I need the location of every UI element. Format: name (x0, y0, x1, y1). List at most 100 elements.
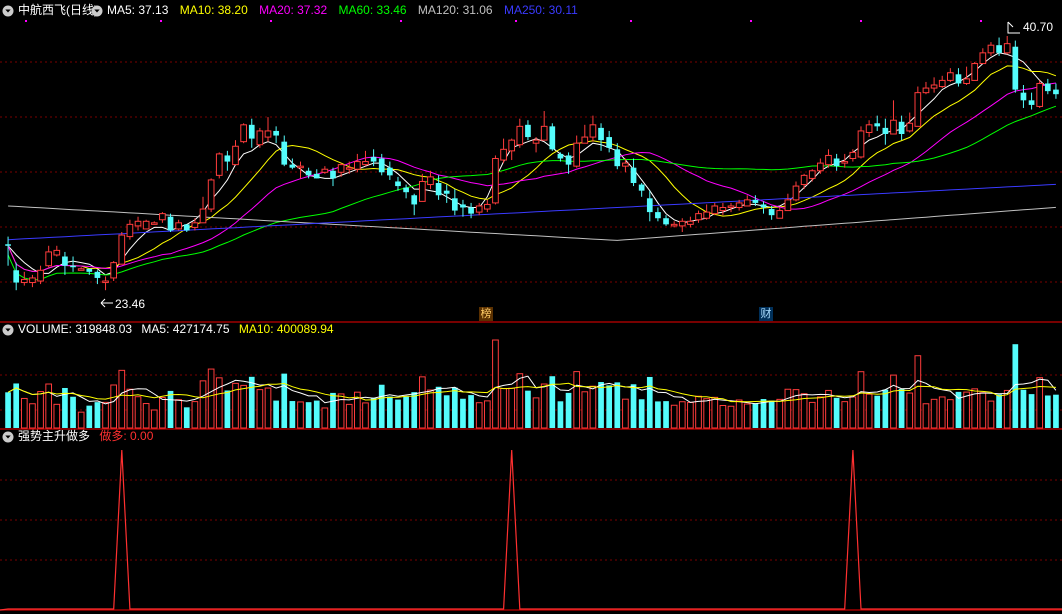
volume-bar-up (938, 396, 946, 429)
volume-bar-up (240, 384, 247, 429)
candle-body-up (118, 234, 126, 265)
volume-bar-up (20, 397, 28, 429)
ma250-label: MA250: 30.11 (504, 3, 578, 17)
volume-bar-up (159, 397, 166, 429)
candle-body-up (865, 124, 873, 133)
volume-bar-up (573, 371, 581, 429)
candle-body-down (468, 207, 474, 214)
candle-body-up (475, 205, 483, 213)
volume-bar-down (1020, 389, 1027, 428)
volume-bar-up (817, 396, 824, 429)
volume-bar-down (183, 407, 190, 428)
candle-body-up (573, 142, 581, 167)
volume-bar-up (321, 407, 329, 429)
volume-bar-down (248, 376, 255, 428)
candle-body-down (62, 256, 68, 266)
volume-bar-down (224, 390, 231, 428)
indicator-legend: 强势主升做多 做多: 0.00 (18, 428, 154, 443)
volume-bar-down (411, 392, 418, 428)
candle-body-up (914, 92, 922, 127)
candle-body-up (126, 223, 134, 238)
candle-body-down (460, 204, 466, 208)
volume-bar-down (525, 390, 531, 428)
ma250-line (8, 183, 1056, 241)
volume-bar-up (492, 339, 499, 429)
volume-bar-down (1028, 394, 1035, 428)
volume-bar-down (330, 392, 336, 428)
candle-body-up (321, 168, 329, 173)
volume-bar-up (808, 401, 816, 429)
signal-dot (630, 20, 632, 22)
candle-body-up (500, 148, 507, 161)
volume-bar-up (475, 402, 483, 429)
candle-body-down (663, 218, 669, 225)
volume-bar-up (735, 399, 743, 429)
candle-body-up (53, 249, 61, 256)
volume-bar-up (102, 401, 109, 429)
candle-body-up (29, 277, 36, 284)
candle-body-down (630, 167, 637, 184)
volume-bar-up (37, 391, 44, 429)
candle-body-up (589, 124, 597, 138)
candle-body-up (297, 165, 304, 169)
volume-bar-up (987, 400, 995, 429)
volume-bar-up (516, 373, 524, 429)
candle-body-up (841, 161, 849, 164)
volume-bar-up (890, 374, 897, 429)
stock-chart[interactable]: 中航西飞(日线) MA5: 37.13 MA10: 38.20 MA20: 37… (0, 0, 1062, 614)
candle-body-down (167, 216, 174, 231)
candle-body-up (857, 130, 865, 158)
volume-bar-down (451, 387, 458, 428)
volume-bar-down (882, 389, 889, 428)
volume-bar-down (289, 401, 296, 428)
candle-body-down (606, 137, 613, 148)
candle-body-up (427, 176, 434, 186)
volume-bar-up (946, 399, 954, 429)
volume-bar-up (963, 391, 970, 429)
volume-bar-up (711, 396, 719, 429)
volume-bar-down (94, 402, 101, 428)
volume-bar-down (833, 397, 840, 428)
candle-body-down (305, 170, 312, 176)
signal-dot (160, 20, 162, 22)
candle-body-down (86, 268, 93, 272)
candle-body-up (987, 44, 995, 54)
marker-cai-label: 财 (761, 306, 772, 320)
volume-bar-up (1003, 389, 1011, 429)
volume-bar-up (191, 401, 199, 429)
candle-body-down (1028, 100, 1035, 105)
volume-bar-down (273, 400, 279, 428)
candle-body-down (882, 127, 889, 135)
volume-bar-up (427, 389, 434, 429)
signal-dot (515, 20, 517, 22)
volume-bar-up (508, 387, 516, 429)
candle-body-down (525, 124, 531, 138)
candle-body-up (37, 269, 44, 282)
candle-body-up (678, 220, 686, 227)
candle-body-down (183, 224, 190, 231)
volume-bar-down (614, 382, 621, 428)
volume-bar-up (256, 389, 264, 429)
grid-lines (0, 20, 1062, 611)
candle-body-down (70, 265, 76, 268)
volume-bar-up (670, 404, 678, 429)
candle-body-down (370, 156, 377, 162)
volume-bar-up (134, 396, 142, 429)
candle-body-up (695, 213, 702, 221)
volume-bar-down (387, 396, 393, 428)
volume-bar-up (540, 383, 548, 429)
candle-body-down (996, 45, 1002, 53)
volume-bar-down (638, 399, 645, 428)
candle-body-up (508, 139, 516, 152)
volume-bar-down (996, 394, 1002, 428)
candle-body-up (45, 251, 53, 267)
candle-body-down (378, 158, 385, 173)
candle-body-down (403, 187, 409, 193)
volume-bar-up (264, 387, 272, 429)
candle-body-down (411, 195, 418, 205)
candle-body-down (760, 204, 767, 208)
candle-body-up (808, 170, 816, 179)
candle-body-down (614, 149, 621, 167)
candle-body-down (1020, 92, 1027, 101)
candle-body-down (898, 121, 905, 135)
